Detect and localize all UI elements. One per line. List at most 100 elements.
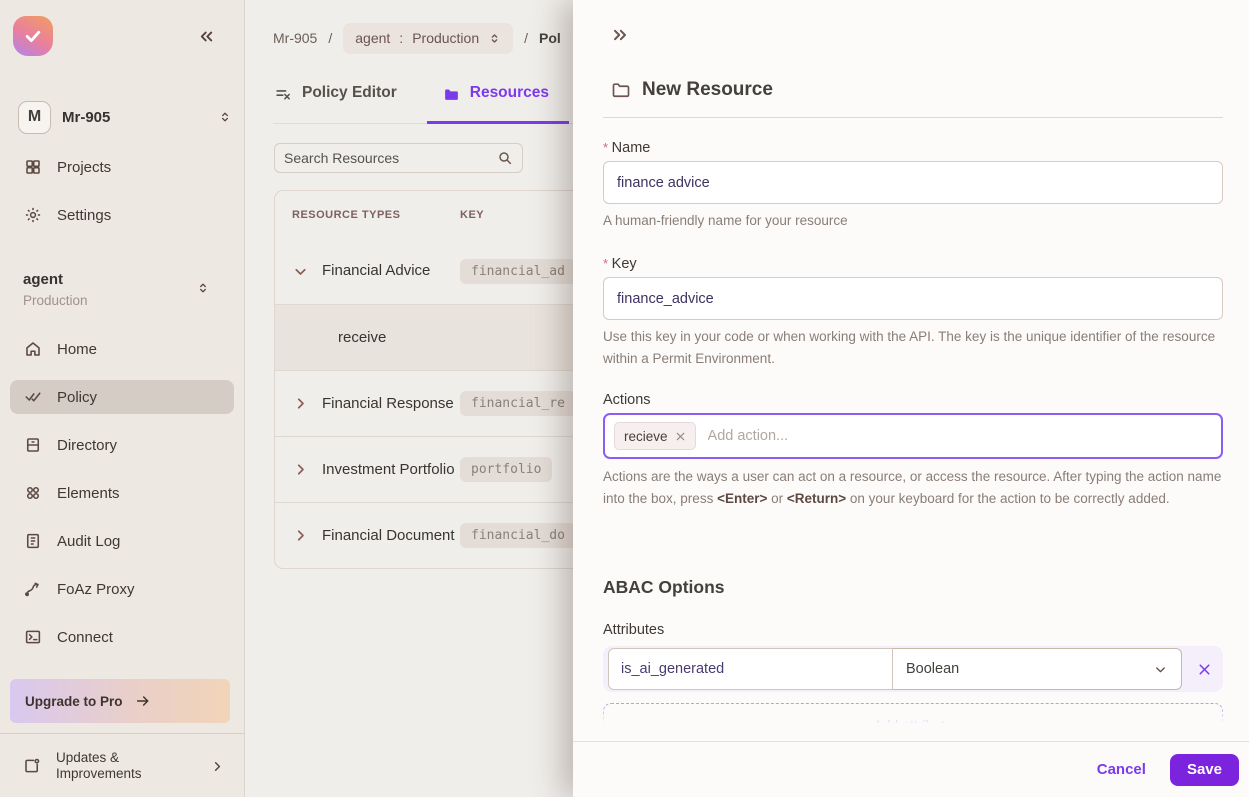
action-tag-label: recieve (624, 428, 668, 444)
panel-collapse-icon[interactable] (610, 25, 630, 45)
name-label: Name (603, 140, 651, 156)
changelog-icon (23, 757, 41, 775)
tab-resources[interactable]: Resources (426, 79, 570, 124)
grid-icon (23, 158, 42, 176)
sidebar: M Mr-905 Projects Settings agent Product… (0, 0, 245, 797)
tab-policy-editor[interactable]: Policy Editor (273, 79, 399, 123)
circles-icon (23, 484, 42, 502)
breadcrumb-separator: / (524, 30, 529, 46)
terminal-icon (23, 628, 42, 646)
sidebar-item-audit-log[interactable]: Audit Log (10, 524, 234, 558)
updates-improvements-button[interactable]: Updates & Improvements (10, 741, 238, 791)
workspace-switcher[interactable]: M Mr-905 (18, 99, 232, 135)
breadcrumb-separator: / (328, 30, 333, 46)
add-action-input[interactable] (707, 428, 1212, 444)
chevron-updown-icon (491, 33, 498, 43)
name-helper: A human-friendly name for your resource (603, 213, 848, 228)
chevron-down-icon (1153, 662, 1168, 677)
folder-outline-icon (611, 80, 631, 100)
remove-attribute-icon[interactable] (1196, 661, 1213, 678)
sidebar-item-connect[interactable]: Connect (10, 620, 234, 654)
sidebar-collapse-icon[interactable] (197, 27, 216, 46)
cabinet-icon (23, 436, 42, 454)
resource-key-chip: portfolio (460, 457, 553, 482)
sidebar-item-projects[interactable]: Projects (10, 150, 234, 184)
sidebar-item-label: FoAz Proxy (57, 580, 135, 598)
remove-tag-icon[interactable] (675, 431, 686, 442)
actions-helper: Actions are the ways a user can act on a… (603, 469, 1222, 506)
table-row[interactable]: Investment Portfolio portfolio (275, 436, 619, 502)
save-button[interactable]: Save (1169, 753, 1239, 786)
sidebar-item-directory[interactable]: Directory (10, 428, 234, 462)
actions-label: Actions (603, 392, 651, 408)
attribute-name-field[interactable] (608, 648, 893, 690)
column-resource-types: RESOURCE TYPES (292, 208, 401, 221)
search-resources (274, 143, 523, 173)
sidebar-item-policy[interactable]: Policy (10, 380, 234, 414)
sidebar-item-label: Directory (57, 436, 118, 454)
selector-env: Production (412, 30, 480, 46)
name-field[interactable] (603, 161, 1223, 204)
tab-label: Resources (469, 84, 550, 101)
table-row-action[interactable]: receive (275, 304, 619, 370)
column-key: KEY (460, 208, 485, 221)
key-label: Key (603, 256, 637, 272)
chevron-right-icon[interactable] (292, 527, 322, 544)
resource-key-chip: financial_do (460, 523, 576, 548)
selector-colon: : (399, 30, 404, 46)
resource-key-chip: financial_ad (460, 258, 576, 284)
route-arrow-icon (23, 580, 42, 598)
search-input[interactable] (284, 150, 497, 166)
search-icon[interactable] (497, 150, 513, 166)
upgrade-label: Upgrade to Pro (25, 693, 123, 709)
new-resource-panel: New Resource Name A human-friendly name … (573, 0, 1249, 797)
action-name: receive (338, 328, 387, 346)
actions-tag-input[interactable]: recieve (603, 413, 1223, 459)
cancel-button[interactable]: Cancel (1097, 761, 1146, 778)
chevron-right-icon (210, 759, 225, 774)
app-logo-icon (13, 16, 53, 56)
add-attribute-button[interactable]: Add attribute (603, 703, 1223, 723)
panel-footer: Cancel Save (573, 741, 1249, 797)
sidebar-item-foaz-proxy[interactable]: FoAz Proxy (10, 572, 234, 606)
project-env-selector[interactable]: agent : Production (343, 22, 514, 54)
key-helper: Use this key in your code or when workin… (603, 329, 1216, 366)
resource-name: Financial Document (322, 526, 455, 544)
sidebar-item-label: Connect (57, 628, 113, 646)
attribute-row: Boolean (603, 646, 1223, 692)
abac-options-heading: ABAC Options (603, 577, 725, 597)
attribute-type-select[interactable]: Boolean (893, 648, 1182, 690)
table-row[interactable]: Financial Document financial_do (275, 502, 619, 568)
table-row[interactable]: Financial Advice financial_ad (275, 238, 619, 304)
breadcrumb: Mr-905 / agent : Production / Pol (273, 22, 561, 54)
panel-body: New Resource Name A human-friendly name … (573, 0, 1249, 723)
sidebar-item-label: Projects (57, 158, 112, 176)
key-field[interactable] (603, 277, 1223, 320)
chevron-updown-icon (196, 281, 210, 295)
sidebar-item-settings[interactable]: Settings (10, 198, 234, 232)
updates-label: Updates & Improvements (56, 750, 142, 781)
gear-icon (23, 206, 42, 224)
policy-editor-icon (275, 86, 292, 103)
panel-title: New Resource (642, 79, 773, 100)
sidebar-item-label: Policy (57, 388, 98, 406)
chevron-right-icon[interactable] (292, 461, 322, 478)
document-lines-icon (23, 532, 42, 550)
project-switcher[interactable]: agent Production (23, 271, 232, 308)
attribute-type-value: Boolean (906, 661, 960, 677)
table-row[interactable]: Financial Response financial_re (275, 370, 619, 436)
sidebar-item-label: Home (57, 340, 98, 358)
resource-table: RESOURCE TYPES KEY Financial Advice fina… (274, 190, 620, 569)
breadcrumb-workspace[interactable]: Mr-905 (273, 30, 317, 46)
breadcrumb-page: Pol (539, 30, 561, 46)
resource-name: Financial Advice (322, 262, 431, 279)
chevron-down-icon[interactable] (292, 263, 322, 280)
upgrade-to-pro-button[interactable]: Upgrade to Pro (10, 679, 230, 723)
action-tag: recieve (614, 422, 696, 450)
sidebar-item-label: Elements (57, 484, 120, 502)
tab-label: Policy Editor (302, 84, 397, 101)
sidebar-item-elements[interactable]: Elements (10, 476, 234, 510)
chevron-right-icon[interactable] (292, 395, 322, 412)
sidebar-item-home[interactable]: Home (10, 332, 234, 366)
divider (603, 117, 1223, 118)
